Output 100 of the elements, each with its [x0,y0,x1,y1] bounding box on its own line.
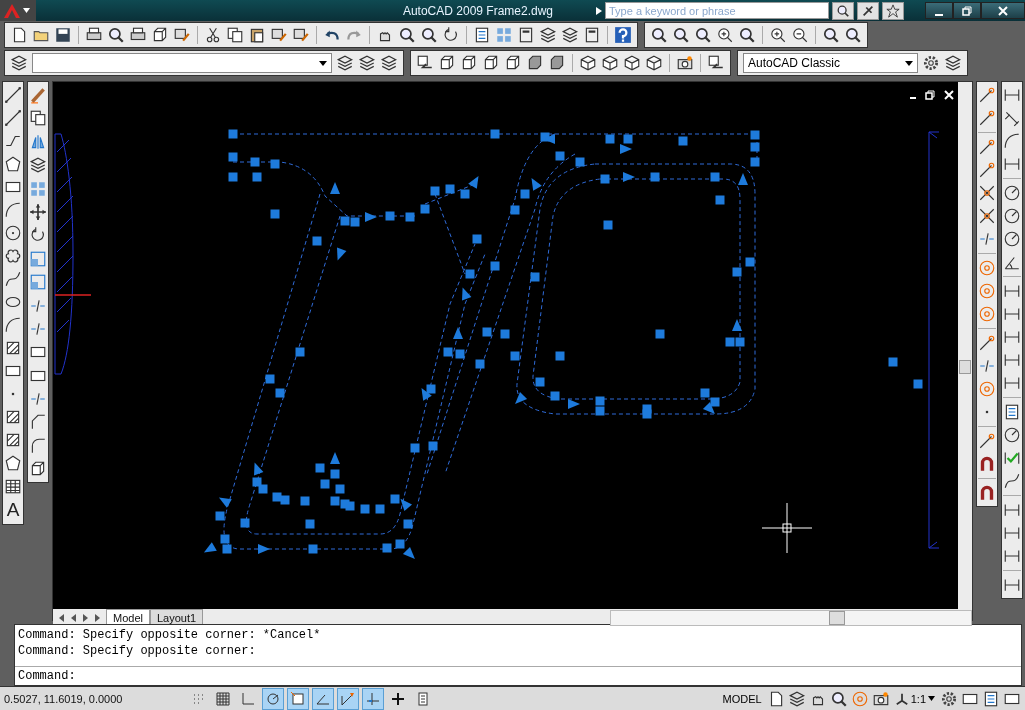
layers-icon[interactable] [561,26,579,44]
dimension-icon[interactable] [1003,501,1021,519]
copy-icon[interactable] [29,109,47,128]
dimension-icon[interactable] [1003,155,1021,173]
properties-icon[interactable] [473,26,491,44]
arc-icon[interactable] [4,316,22,334]
magnifier-icon[interactable] [107,26,125,44]
layers-icon[interactable] [539,26,557,44]
gear-icon[interactable] [940,689,958,708]
radius-dimension-icon[interactable] [1003,426,1021,444]
zoom-in-icon[interactable] [769,26,787,44]
trim-icon[interactable] [978,357,996,375]
camera-icon[interactable] [676,54,694,72]
curve-icon[interactable] [4,270,22,288]
search-button[interactable] [832,1,854,20]
application-menu-button[interactable] [0,0,36,21]
multiline-text-button[interactable]: A [6,500,20,520]
drawing-canvas[interactable] [53,82,972,609]
radius-dimension-icon[interactable] [1003,207,1021,225]
pentagon-icon[interactable] [4,155,22,173]
shaded-cube-icon[interactable] [548,54,566,72]
magnifier-icon[interactable] [694,26,712,44]
snap-circle-icon[interactable] [978,380,996,398]
restore-button[interactable] [953,2,981,19]
magnet-icon[interactable] [978,455,996,473]
shaded-cube-icon[interactable] [526,54,544,72]
eraser-icon[interactable] [29,86,47,104]
trim-icon[interactable] [978,230,996,248]
dimension-icon[interactable] [1003,374,1021,392]
radius-dimension-icon[interactable] [1003,184,1021,202]
annotation-scale-button[interactable]: 1:1 [892,691,937,706]
snap-circle-icon[interactable] [978,259,996,277]
arc-icon[interactable] [1003,132,1021,150]
cube-icon[interactable] [460,54,478,72]
fillet-icon[interactable] [29,436,47,455]
chamfer-icon[interactable] [29,413,47,432]
search-field[interactable]: Type a keyword or phrase [605,2,829,19]
layers-icon[interactable] [787,689,806,708]
layers-icon[interactable] [29,156,47,175]
properties-icon[interactable] [982,689,1000,708]
isometric-cube-icon[interactable] [601,54,619,72]
dimension-icon[interactable] [1003,351,1021,369]
magnifier-icon[interactable] [650,26,668,44]
magnifier-icon[interactable] [738,26,756,44]
axis-icon[interactable] [337,687,359,710]
line-icon[interactable] [4,86,22,104]
dimension-icon[interactable] [1003,328,1021,346]
radius-dimension-icon[interactable] [1003,230,1021,248]
close-button[interactable] [981,2,1025,19]
cube-icon[interactable] [482,54,500,72]
favorites-button[interactable] [882,1,904,20]
magnifier-icon[interactable] [844,26,862,44]
polar-icon[interactable] [262,687,284,710]
line-icon[interactable] [4,109,22,127]
minimize-button[interactable] [925,2,953,19]
workspace-dropdown[interactable]: AutoCAD Classic [743,53,918,73]
model-space-button[interactable]: MODEL [720,692,764,705]
expand-arrow-icon[interactable] [596,6,602,15]
layers-icon[interactable] [944,54,962,72]
snap-circle-icon[interactable] [978,305,996,323]
copy-icon[interactable] [226,26,244,44]
calculator-icon[interactable] [583,26,601,44]
snap-circle-icon[interactable] [978,282,996,300]
dimension-icon[interactable] [1003,282,1021,300]
arc-icon[interactable] [4,201,22,219]
camera-icon[interactable] [871,689,890,708]
cube-icon[interactable] [438,54,456,72]
angle-icon[interactable] [312,687,334,710]
check-mark-icon[interactable] [1003,449,1021,467]
snap-point-icon[interactable] [978,432,996,450]
gear-icon[interactable] [922,54,940,72]
intersection-icon[interactable] [978,184,996,202]
zoom-out-icon[interactable] [791,26,809,44]
rotate-icon[interactable] [442,26,460,44]
communication-button[interactable] [857,1,879,20]
vertical-scrollbar[interactable] [958,82,972,609]
snap-point-icon[interactable] [978,86,996,104]
calculator-icon[interactable] [517,26,535,44]
aligned-dimension-icon[interactable] [1003,109,1021,127]
hatch-icon[interactable] [4,431,22,449]
layers-icon[interactable] [10,54,28,72]
cube-icon[interactable] [504,54,522,72]
clipboard-icon[interactable] [248,26,266,44]
snap-square-icon[interactable] [287,687,309,710]
mirror-icon[interactable] [29,132,47,151]
pentagon-icon[interactable] [4,454,22,472]
dimension-icon[interactable] [1003,305,1021,323]
four-arrow-icon[interactable] [29,202,47,221]
brush-icon[interactable] [292,26,310,44]
close-icon[interactable] [944,90,954,100]
magnifier-icon[interactable] [398,26,416,44]
circle-icon[interactable] [4,224,22,242]
isometric-cube-icon[interactable] [645,54,663,72]
restore-icon[interactable] [925,90,935,100]
dimension-icon[interactable] [1003,547,1021,565]
dimension-icon[interactable] [1003,576,1021,594]
dimension-icon[interactable] [1003,524,1021,542]
brush-icon[interactable] [173,26,191,44]
cloud-icon[interactable] [4,247,22,265]
isometric-cube-icon[interactable] [623,54,641,72]
